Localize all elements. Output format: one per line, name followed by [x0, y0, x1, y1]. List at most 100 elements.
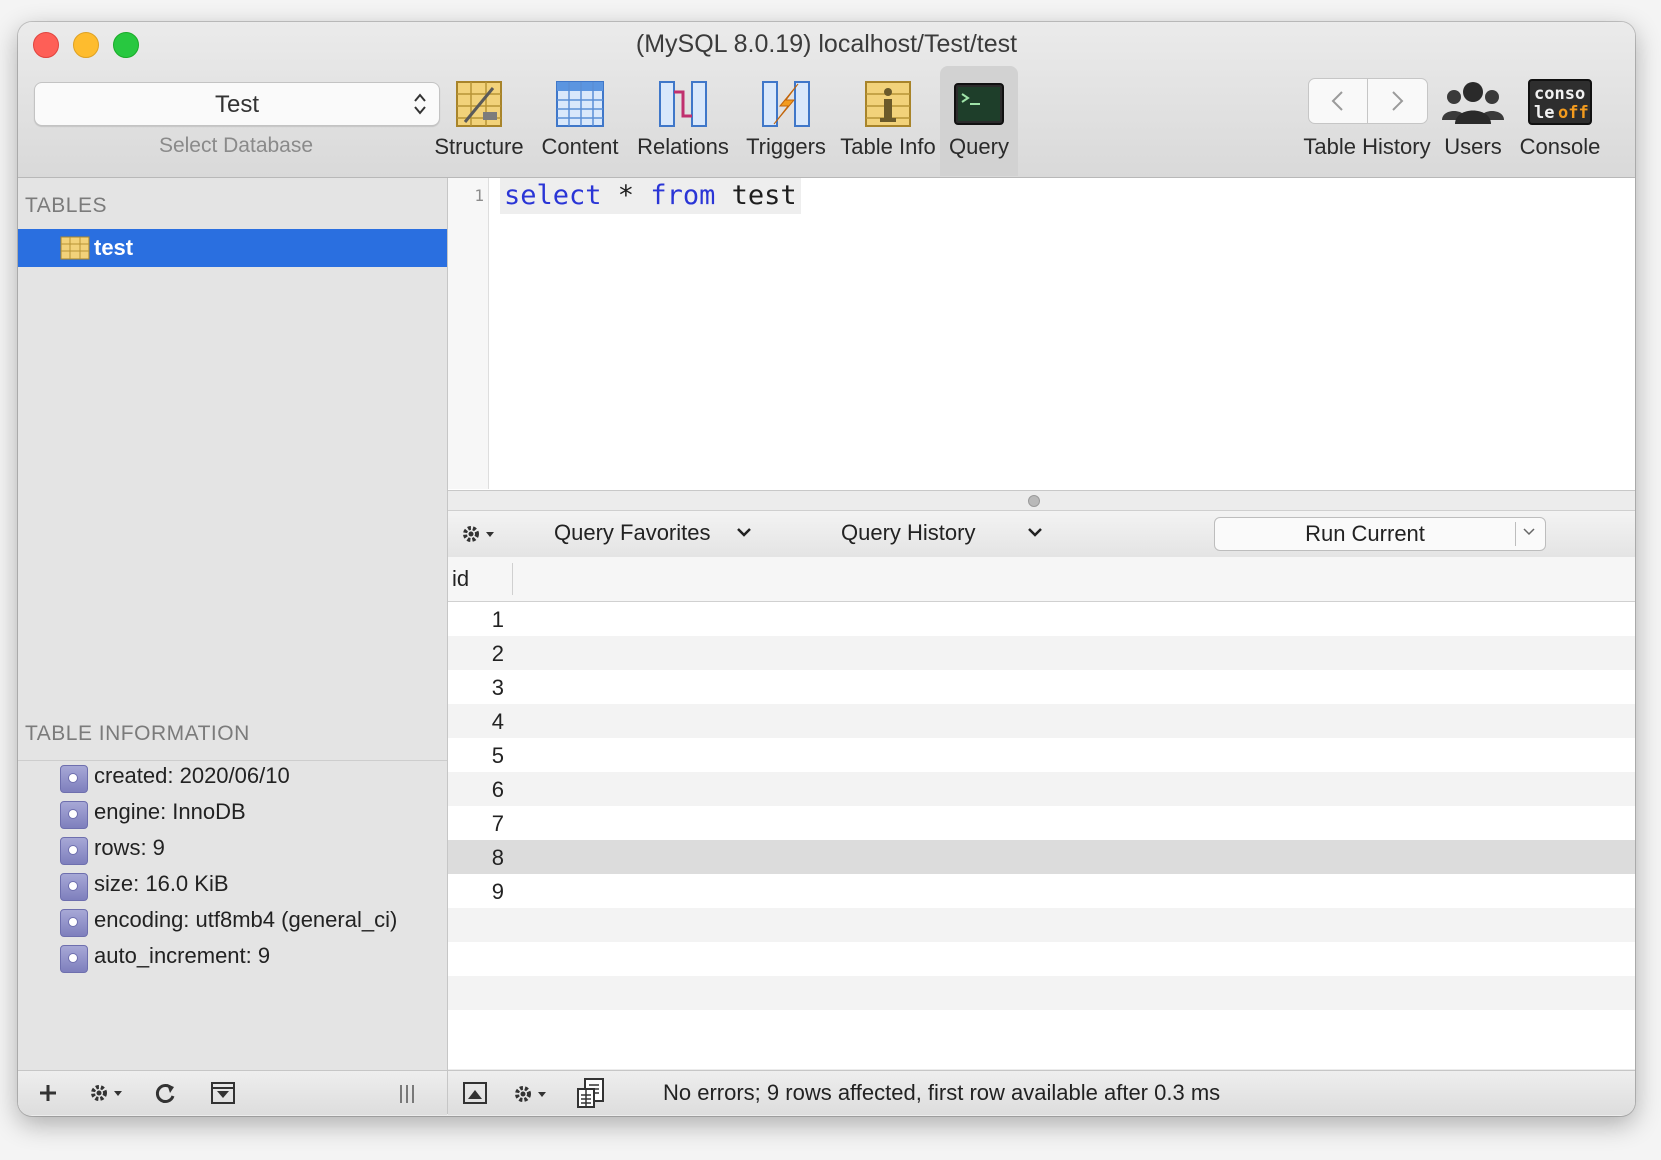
query-bar: Query Favorites Query History Run Curren…: [448, 510, 1635, 558]
cell-id: 2: [491, 641, 504, 666]
relations-tab-label: Relations: [637, 134, 729, 159]
status-message: No errors; 9 rows affected, first row av…: [663, 1080, 1221, 1105]
table-row-selected[interactable]: 8: [448, 840, 1635, 874]
table-row[interactable]: 2: [448, 636, 1635, 670]
structure-tab-label: Structure: [434, 134, 524, 159]
sql-token: test: [715, 180, 797, 211]
sidebar: TABLES test TABLE INFORMATION created: 2…: [18, 178, 448, 1115]
info-item-text: auto_increment: 9: [94, 943, 271, 968]
table-info-tab-label: Table Info: [840, 134, 936, 159]
info-item-text: engine: InnoDB: [94, 799, 246, 824]
query-editor[interactable]: 1 select * from test: [448, 178, 1635, 490]
add-table-plus-icon[interactable]: [38, 1077, 58, 1109]
terminal-icon: [954, 83, 1004, 125]
console-button[interactable]: conso le off Console: [1512, 66, 1608, 176]
structure-tab[interactable]: Structure: [428, 66, 530, 176]
cell-id: 4: [491, 709, 504, 734]
resize-handle-icon[interactable]: [398, 1077, 416, 1109]
run-current-button[interactable]: Run Current: [1214, 517, 1546, 551]
table-row[interactable]: 5: [448, 738, 1635, 772]
editor-results-splitter[interactable]: [448, 490, 1635, 511]
cell-id: 6: [491, 777, 504, 802]
content-tab[interactable]: Content: [531, 66, 629, 176]
table-row[interactable]: 7: [448, 806, 1635, 840]
cell-id: 9: [491, 879, 504, 904]
cell-id: 3: [491, 675, 504, 700]
info-bullet-icon: [60, 801, 88, 829]
app-window: (MySQL 8.0.19) localhost/Test/test Test …: [18, 22, 1635, 1116]
query-code-line[interactable]: select * from test: [500, 178, 801, 214]
structure-icon: [456, 81, 502, 127]
info-bullet-icon: [60, 765, 88, 793]
database-select[interactable]: Test: [34, 82, 440, 126]
console-icon: conso le off: [1528, 79, 1592, 125]
splitter-handle[interactable]: [1028, 495, 1040, 507]
gear-menu-icon[interactable]: [88, 1077, 126, 1109]
table-history-label: Table History: [1303, 134, 1431, 159]
gear-menu-icon[interactable]: [512, 1079, 550, 1109]
table-row[interactable]: 6: [448, 772, 1635, 806]
table-item-test[interactable]: test: [18, 229, 447, 267]
info-bullet-icon: [60, 945, 88, 973]
table-row[interactable]: 9: [448, 874, 1635, 908]
console-label: Console: [1519, 134, 1601, 159]
column-header-id[interactable]: id: [452, 566, 469, 592]
table-history-item: Table History: [1298, 66, 1436, 176]
results-header: id: [448, 557, 1635, 602]
query-history-dropdown[interactable]: Query History: [841, 520, 1042, 546]
results-table: id 1 2 3 4 5 6 7 8 9: [448, 557, 1635, 1069]
status-bar: No errors; 9 rows affected, first row av…: [448, 1070, 1635, 1115]
info-item-text: encoding: utf8mb4 (general_ci): [94, 907, 398, 932]
users-label: Users: [1444, 134, 1502, 159]
table-row[interactable]: 3: [448, 670, 1635, 704]
empty-row: [448, 1010, 1635, 1044]
query-history-label: Query History: [841, 520, 976, 545]
sql-keyword: from: [650, 180, 716, 211]
triggers-lightning-icon: [762, 81, 810, 127]
cell-id: 1: [491, 607, 504, 632]
line-number: 1: [474, 186, 484, 205]
info-item-text: size: 16.0 KiB: [94, 871, 229, 896]
info-bullet-icon: [60, 909, 88, 937]
users-button[interactable]: Users: [1436, 66, 1510, 176]
table-row[interactable]: 4: [448, 704, 1635, 738]
sql-token: *: [601, 180, 651, 211]
toolbar: (MySQL 8.0.19) localhost/Test/test Test …: [18, 22, 1635, 178]
cell-id: 8: [491, 845, 504, 870]
export-results-icon[interactable]: [576, 1077, 606, 1109]
updown-chevron-icon: [414, 93, 426, 115]
gear-menu-icon[interactable]: [460, 519, 498, 549]
relations-tab[interactable]: Relations: [630, 66, 736, 176]
info-item-text: created: 2020/06/10: [94, 763, 290, 788]
content-grid-icon: [556, 81, 604, 127]
sidebar-divider: [18, 760, 447, 761]
toggle-editor-icon[interactable]: [462, 1079, 488, 1107]
tables-section-header: TABLES: [25, 194, 107, 217]
query-tab-label: Query: [949, 134, 1009, 159]
table-icon: [60, 236, 90, 260]
empty-row: [448, 908, 1635, 942]
run-current-label: Run Current: [1305, 521, 1425, 546]
chevron-down-icon[interactable]: [1521, 526, 1537, 538]
triggers-tab[interactable]: Triggers: [738, 66, 834, 176]
table-item-label: test: [94, 235, 134, 260]
database-select-caption: Select Database: [158, 134, 314, 157]
query-favorites-label: Query Favorites: [554, 520, 711, 545]
sidebar-bottom-bar: [18, 1070, 447, 1115]
filter-dropdown-icon[interactable]: [210, 1077, 236, 1109]
cell-id: 5: [491, 743, 504, 768]
query-favorites-dropdown[interactable]: Query Favorites: [554, 520, 751, 546]
empty-row: [448, 976, 1635, 1010]
sql-keyword: select: [504, 180, 602, 211]
cell-id: 7: [491, 811, 504, 836]
refresh-icon[interactable]: [152, 1077, 178, 1109]
table-info-tab[interactable]: Table Info: [836, 66, 940, 176]
table-row[interactable]: 1: [448, 602, 1635, 636]
svg-text:le: le: [1534, 103, 1554, 123]
window-title: (MySQL 8.0.19) localhost/Test/test: [635, 30, 1018, 58]
query-tab[interactable]: Query: [940, 66, 1018, 176]
line-number-gutter: 1: [448, 178, 489, 489]
info-bullet-icon: [60, 873, 88, 901]
relations-icon: [659, 81, 707, 127]
database-select-value: Test: [214, 91, 259, 118]
